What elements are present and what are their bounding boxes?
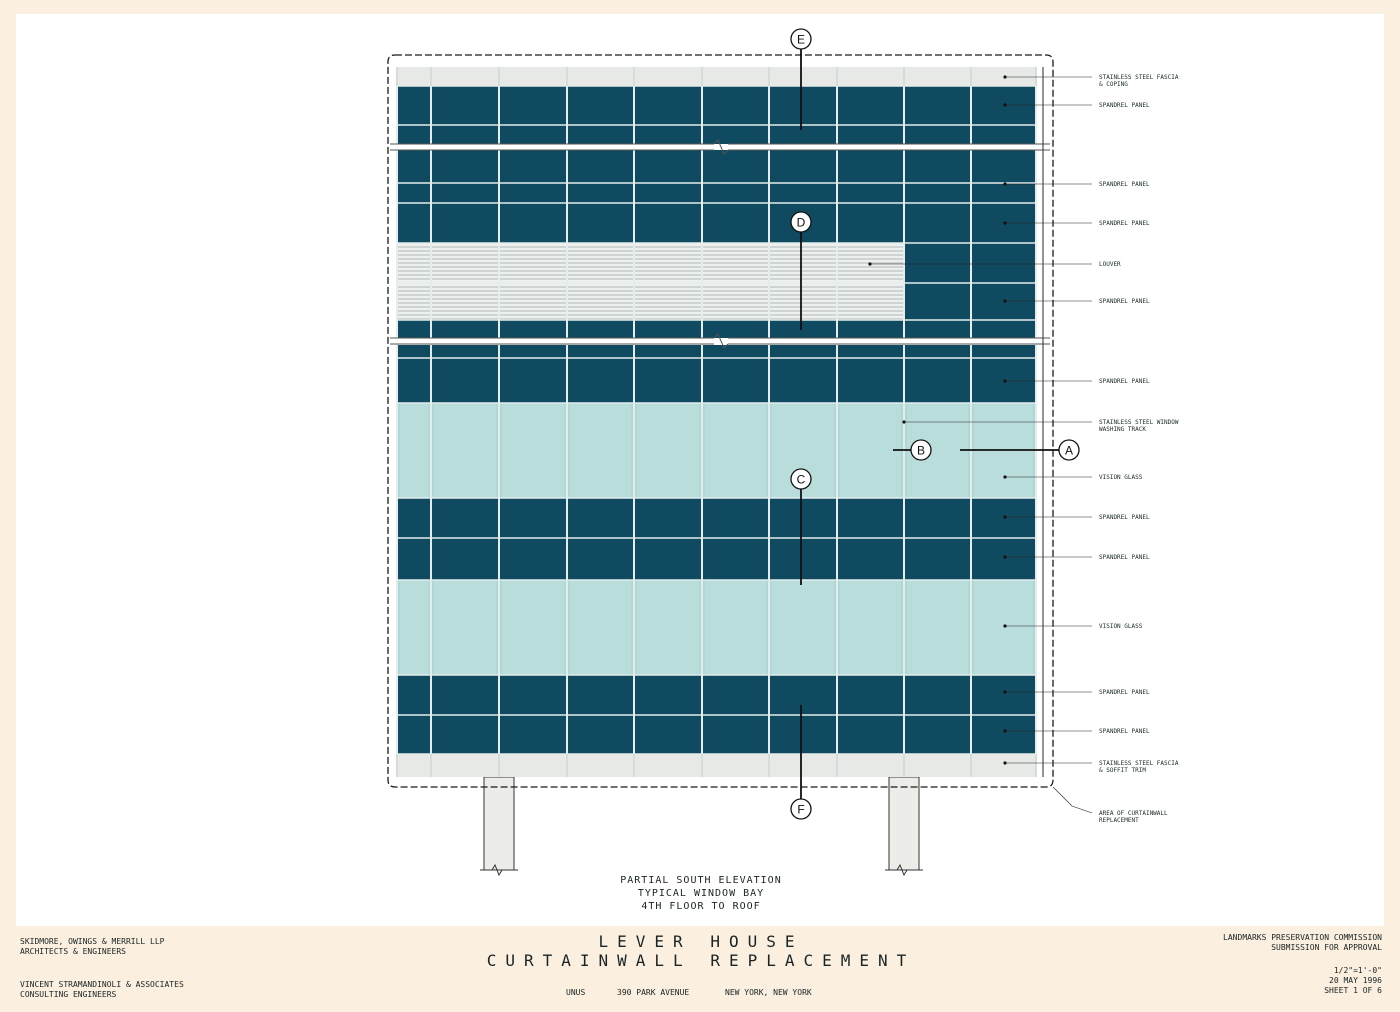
section-marker-b-text: B — [917, 444, 925, 458]
section-marker-d-text: D — [797, 216, 806, 230]
elevation-drawing-sheet: STAINLESS STEEL FASCIA& COPINGSPANDREL P… — [16, 14, 1384, 999]
vision-glass-pane — [840, 403, 901, 498]
section-marker-e: E — [790, 28, 812, 50]
callout-text: SPANDREL PANEL — [1099, 728, 1150, 735]
client-name: UNUS — [566, 988, 585, 997]
caption-line-2: TYPICAL WINDOW BAY — [638, 888, 764, 899]
vision-glass-pane — [705, 580, 766, 675]
project-title-line-2: CURTAINWALL REPLACEMENT — [487, 951, 916, 970]
project-city: NEW YORK, NEW YORK — [725, 988, 812, 997]
project-address: 390 PARK AVENUE — [617, 988, 689, 997]
callout-text: SPANDREL PANEL — [1099, 181, 1150, 188]
callout-text: STAINLESS STEEL WINDOW — [1099, 419, 1179, 426]
section-marker-e-text: E — [797, 33, 805, 47]
engineer-name: VINCENT STRAMANDINOLI & ASSOCIATES — [20, 980, 184, 989]
fascia-band — [397, 754, 1036, 777]
section-marker-a-text: A — [1065, 444, 1073, 458]
vision-glass-pane — [570, 403, 631, 498]
project-title-line-1: LEVER HOUSE — [599, 932, 804, 951]
callout-text: AREA OF CURTAINWALL — [1099, 810, 1168, 817]
vision-glass-pane — [502, 403, 564, 498]
vision-glass-pane — [400, 403, 428, 498]
callout-text: SPANDREL PANEL — [1099, 220, 1150, 227]
spandrel-band — [397, 345, 1036, 403]
vision-glass-pane — [907, 580, 968, 675]
vision-glass-pane — [637, 580, 699, 675]
sheet-number: SHEET 1 OF 6 — [1324, 986, 1382, 995]
callout-text: SPANDREL PANEL — [1099, 554, 1150, 561]
vision-glass-pane — [705, 403, 766, 498]
callout-text: WASHING TRACK — [1099, 426, 1146, 433]
fascia-band — [397, 67, 1036, 86]
callout-text: & COPING — [1099, 81, 1128, 88]
callout-text: VISION GLASS — [1099, 474, 1143, 481]
callout-text: LOUVER — [1099, 261, 1121, 268]
section-marker-f: F — [790, 798, 812, 820]
section-marker-c: C — [790, 468, 812, 490]
firm-name: SKIDMORE, OWINGS & MERRILL LLP — [20, 937, 165, 946]
callout-text: SPANDREL PANEL — [1099, 689, 1150, 696]
callout-text: SPANDREL PANEL — [1099, 378, 1150, 385]
callout-text: SPANDREL PANEL — [1099, 102, 1150, 109]
vision-glass-pane — [434, 403, 496, 498]
section-marker-c-text: C — [797, 473, 806, 487]
vision-glass-pane — [772, 580, 834, 675]
vision-glass-pane — [570, 580, 631, 675]
support-column — [888, 776, 920, 871]
section-marker-b: B — [910, 439, 932, 461]
vision-glass-pane — [840, 580, 901, 675]
drawing-scale: 1/2"=1'-0" — [1334, 966, 1382, 975]
caption-line-1: PARTIAL SOUTH ELEVATION — [620, 875, 781, 886]
submission-line-2: SUBMISSION FOR APPROVAL — [1271, 943, 1382, 952]
callout-text: VISION GLASS — [1099, 623, 1143, 630]
support-column — [483, 776, 515, 871]
spandrel-band — [397, 498, 1036, 580]
submission-line-1: LANDMARKS PRESERVATION COMMISSION — [1223, 933, 1382, 942]
vision-glass-pane — [434, 580, 496, 675]
callout-text: STAINLESS STEEL FASCIA — [1099, 760, 1179, 767]
callout-text: SPANDREL PANEL — [1099, 298, 1150, 305]
vision-glass-pane — [974, 580, 1033, 675]
section-marker-a: A — [1058, 439, 1080, 461]
section-marker-f-text: F — [797, 803, 804, 817]
drawing-date: 20 MAY 1996 — [1329, 976, 1382, 985]
callout-text: & SOFFIT TRIM — [1099, 767, 1146, 774]
callout-text: SPANDREL PANEL — [1099, 514, 1150, 521]
section-marker-d: D — [790, 211, 812, 233]
spandrel-band — [397, 86, 1036, 144]
spandrel-band — [397, 150, 1036, 243]
vision-glass-pane — [400, 580, 428, 675]
callout-text: STAINLESS STEEL FASCIA — [1099, 74, 1179, 81]
caption-line-3: 4TH FLOOR TO ROOF — [641, 901, 760, 912]
louver-panel — [397, 243, 904, 320]
vision-glass-pane — [637, 403, 699, 498]
firm-subtitle: ARCHITECTS & ENGINEERS — [20, 947, 126, 956]
curtainwall-facade — [387, 49, 1059, 877]
engineer-subtitle: CONSULTING ENGINEERS — [20, 990, 117, 999]
vision-glass-pane — [502, 580, 564, 675]
callout-text: REPLACEMENT — [1099, 817, 1139, 824]
